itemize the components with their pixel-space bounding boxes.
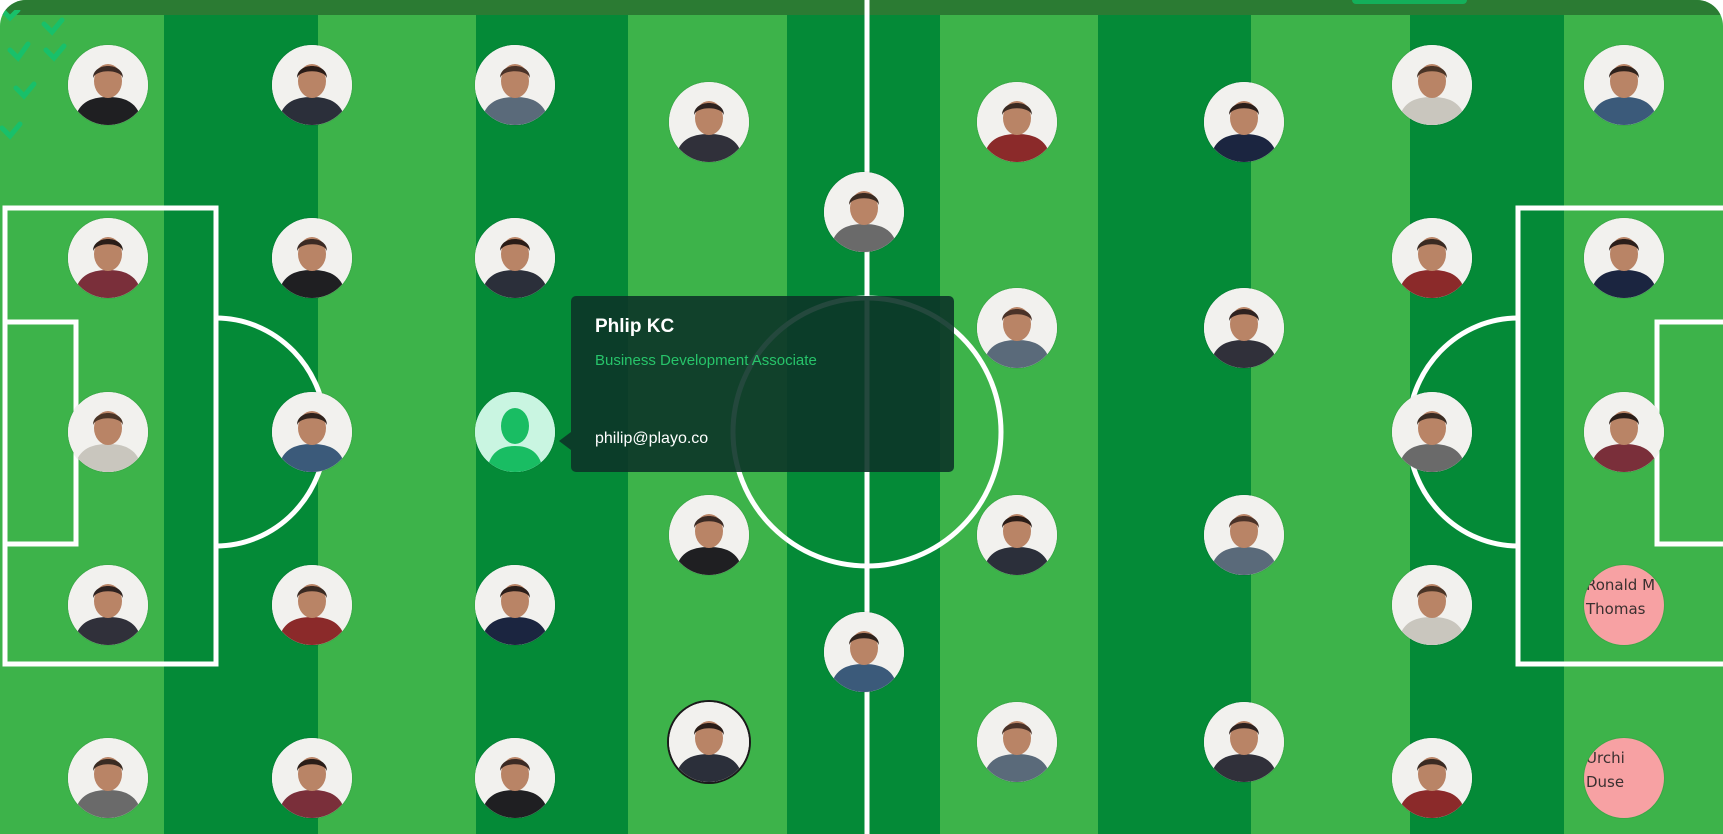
player-avatar[interactable]	[1392, 392, 1472, 472]
player-avatar[interactable]	[1584, 218, 1664, 298]
player-avatar[interactable]	[475, 738, 555, 818]
player-avatar[interactable]	[1204, 495, 1284, 575]
tooltip-player-email[interactable]: philip@playo.co	[595, 430, 708, 448]
player-avatar[interactable]	[1204, 82, 1284, 162]
player-avatar[interactable]	[824, 172, 904, 252]
player-name-fallback: Urchi Duse	[1586, 749, 1625, 791]
player-avatar[interactable]	[669, 702, 749, 782]
player-avatar[interactable]	[1584, 392, 1664, 472]
player-avatar[interactable]	[68, 45, 148, 125]
player-name-fallback: Ronald M Thomas	[1586, 576, 1656, 618]
player-avatar[interactable]	[1204, 702, 1284, 782]
player-avatar[interactable]	[475, 218, 555, 298]
player-avatar-placeholder[interactable]	[475, 392, 555, 472]
player-avatar-no-photo[interactable]: Urchi Duse	[1584, 738, 1664, 818]
tooltip-arrow	[559, 432, 571, 450]
player-avatar-no-photo[interactable]: Ronald M Thomas	[1584, 565, 1664, 645]
player-avatar[interactable]	[1392, 565, 1472, 645]
player-avatar[interactable]	[1392, 738, 1472, 818]
player-avatar[interactable]	[977, 495, 1057, 575]
player-avatar[interactable]	[977, 82, 1057, 162]
tooltip-player-name: Phlip KC	[595, 316, 675, 337]
player-avatar[interactable]	[68, 392, 148, 472]
player-avatar[interactable]	[68, 218, 148, 298]
player-avatar[interactable]	[1392, 45, 1472, 125]
player-avatar[interactable]	[1392, 218, 1472, 298]
player-avatar[interactable]	[824, 612, 904, 692]
confetti-arrows-icon	[0, 10, 67, 140]
player-avatar[interactable]	[272, 392, 352, 472]
player-avatar[interactable]	[977, 702, 1057, 782]
user-silhouette-icon	[475, 392, 555, 472]
player-avatar[interactable]	[68, 738, 148, 818]
player-avatar[interactable]	[272, 738, 352, 818]
right-goal-box	[1654, 319, 1723, 547]
player-avatar[interactable]	[272, 218, 352, 298]
player-avatar[interactable]	[475, 45, 555, 125]
player-avatar[interactable]	[475, 565, 555, 645]
player-tooltip: Phlip KC Business Development Associate …	[559, 296, 954, 472]
player-avatar[interactable]	[669, 495, 749, 575]
player-avatar[interactable]	[68, 565, 148, 645]
player-avatar[interactable]	[272, 45, 352, 125]
tooltip-player-role: Business Development Associate	[595, 352, 817, 369]
player-avatar[interactable]	[1204, 288, 1284, 368]
player-avatar[interactable]	[977, 288, 1057, 368]
left-goal-box	[2, 319, 79, 547]
player-avatar[interactable]	[669, 82, 749, 162]
player-avatar[interactable]	[1584, 45, 1664, 125]
player-avatar[interactable]	[272, 565, 352, 645]
